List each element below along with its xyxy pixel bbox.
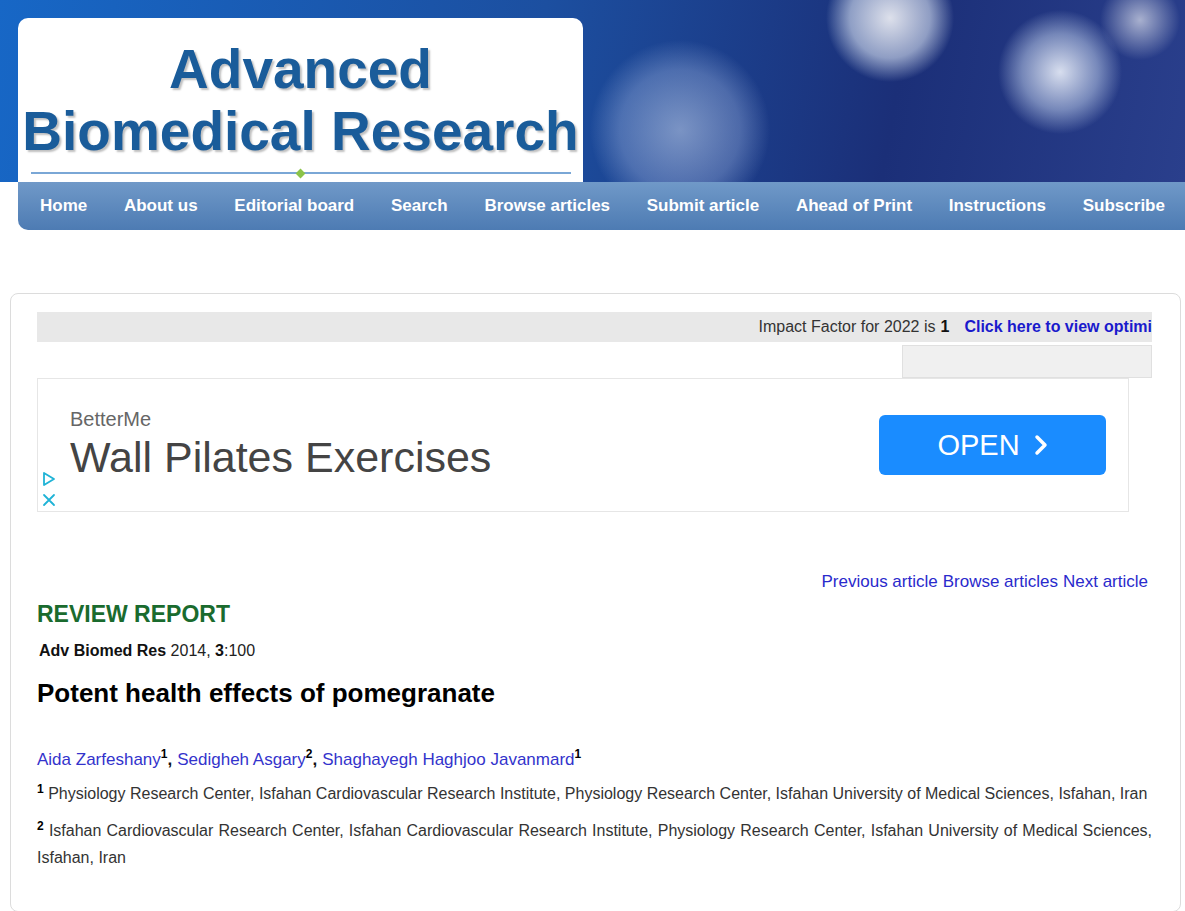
author-link[interactable]: Sedigheh Asgary <box>177 750 306 769</box>
author-separator: , <box>167 750 172 769</box>
author-link[interactable]: Shaghayegh Haghjoo Javanmard <box>322 750 574 769</box>
ad-brand: BetterMe <box>70 408 491 431</box>
author-affiliation: 1 <box>575 747 582 761</box>
author-link[interactable]: Aida Zarfeshany <box>37 750 161 769</box>
nav-item[interactable]: Home <box>40 196 87 216</box>
journal-abbrev: Adv Biomed Res <box>39 642 166 659</box>
logo[interactable]: AdvancedBiomedical Research <box>18 18 583 182</box>
author-affiliation: 1 <box>161 747 168 761</box>
author: Sedigheh Asgary2, <box>177 747 317 770</box>
article-nav-link[interactable]: Browse articles <box>943 572 1058 592</box>
affiliation-number: 2 <box>37 819 44 833</box>
logo-rule <box>31 168 571 178</box>
main-nav: Home About us Editorial board Search Browse … <box>18 182 1185 230</box>
impact-bar: Impact Factor for 2022 is1 Click here to … <box>37 312 1152 342</box>
author-affiliation: 2 <box>306 747 313 761</box>
author-list: Aida Zarfeshany1,Sedigheh Asgary2,Shagha… <box>37 747 1152 770</box>
affiliation-text: Isfahan Cardiovascular Research Center, … <box>37 822 1152 866</box>
ad-button-label: OPEN <box>937 429 1019 462</box>
nav-item[interactable]: Ahead of Print <box>796 196 912 216</box>
nav-item[interactable]: About us <box>124 196 198 216</box>
author: Shaghayegh Haghjoo Javanmard1 <box>322 747 581 770</box>
nav-item[interactable]: Editorial board <box>234 196 354 216</box>
site-header: AdvancedBiomedical Research <box>0 0 1185 182</box>
article-nav-link[interactable]: Previous article <box>821 572 937 592</box>
affiliation-text: Physiology Research Center, Isfahan Card… <box>48 785 1147 802</box>
nav-item[interactable]: Submit article <box>647 196 759 216</box>
logo-line: Biomedical Research <box>22 100 578 162</box>
citation: Adv Biomed Res 2014, 3:100 <box>37 642 1152 660</box>
volume: 3 <box>215 642 224 659</box>
logo-line: Advanced <box>169 38 432 100</box>
pages: :100 <box>224 642 255 659</box>
affiliation: 2 Isfahan Cardiovascular Research Center… <box>37 813 1152 871</box>
chevron-right-icon <box>1034 434 1048 456</box>
ad-open-button[interactable]: OPEN <box>879 415 1106 475</box>
close-icon[interactable] <box>42 493 56 507</box>
ad-choices-icon[interactable] <box>42 471 56 487</box>
nav-item[interactable]: Instructions <box>949 196 1046 216</box>
year: 2014, <box>171 642 211 659</box>
article-nav: Previous article Browse articlesNext arti… <box>37 572 1152 592</box>
section-label: REVIEW REPORT <box>37 601 1152 628</box>
affiliation: 1 Physiology Research Center, Isfahan Ca… <box>37 776 1152 807</box>
impact-label: Impact Factor for 2022 is <box>759 318 936 336</box>
article-nav-link[interactable]: Next article <box>1063 572 1148 592</box>
ad-choices <box>42 471 56 507</box>
impact-value: 1 <box>940 318 949 336</box>
ad-headline: Wall Pilates Exercises <box>70 431 491 483</box>
ad-banner[interactable]: BetterMeWall Pilates Exercises OPEN <box>37 378 1129 512</box>
author-separator: , <box>312 750 317 769</box>
nav-item[interactable]: Subscribe <box>1083 196 1165 216</box>
author: Aida Zarfeshany1, <box>37 747 172 770</box>
article-title: Potent health effects of pomegranate <box>37 678 1152 709</box>
diamond-icon <box>296 168 306 178</box>
nav-item[interactable]: Search <box>391 196 448 216</box>
ad-text: BetterMeWall Pilates Exercises <box>70 408 491 483</box>
nav-item[interactable]: Browse articles <box>484 196 610 216</box>
affiliation-number: 1 <box>37 782 44 796</box>
placeholder-box <box>902 345 1152 378</box>
content-card: Impact Factor for 2022 is1Click here to … <box>10 293 1181 911</box>
impact-link[interactable]: Click here to view optimi <box>964 318 1152 336</box>
